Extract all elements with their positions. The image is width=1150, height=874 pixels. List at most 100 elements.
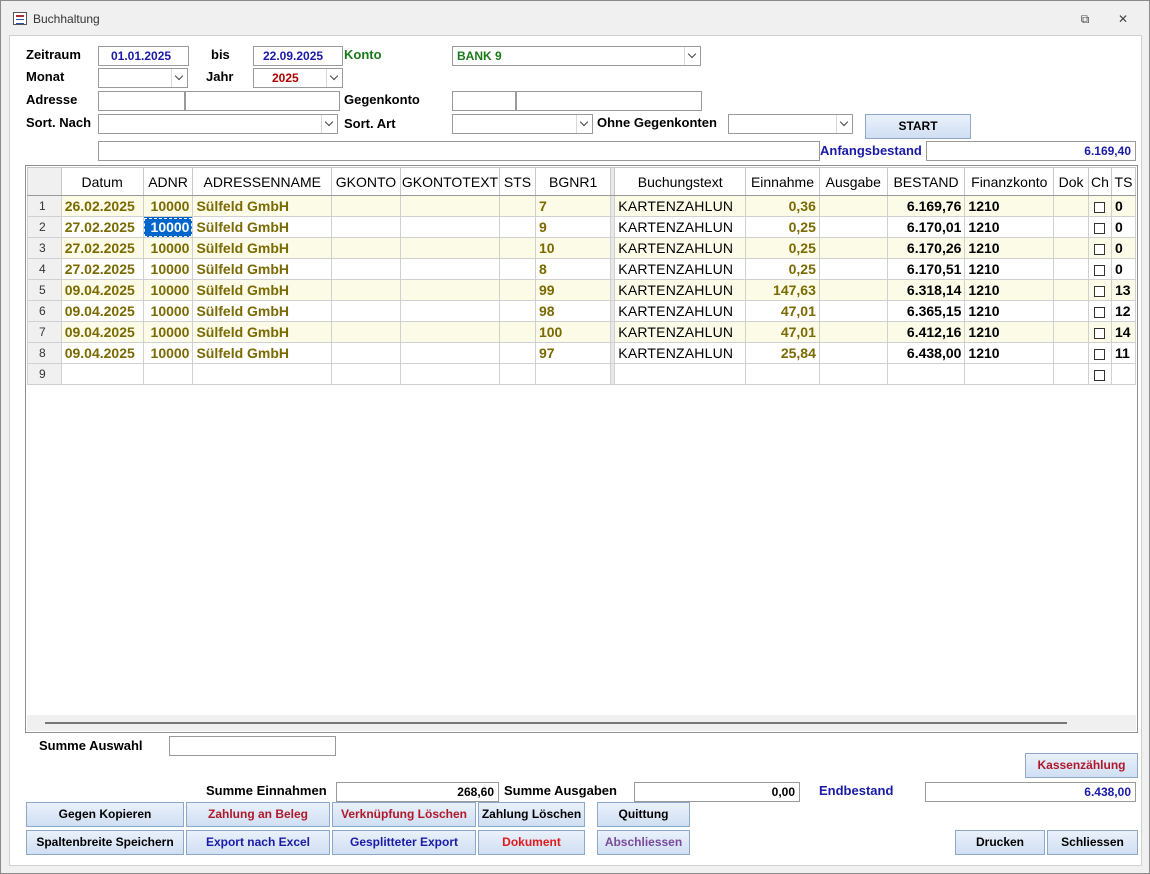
cell-gktext[interactable] [399,237,501,259]
row-selector[interactable]: 3 [27,237,62,259]
cell-adnr[interactable]: 10000 [142,279,194,301]
cell-name[interactable]: Sülfeld GmbH [192,300,333,322]
row-selector[interactable]: 7 [27,321,62,343]
cell-ein[interactable]: 47,01 [745,300,820,322]
empty-cell[interactable] [1110,363,1136,385]
cell-ein[interactable]: 0,25 [745,237,820,259]
jahr-select[interactable]: 2025 [253,68,343,88]
chevron-down-icon[interactable] [684,47,700,65]
column-header[interactable]: STS [499,167,536,196]
cell-adnr[interactable]: 10000 [142,342,194,364]
cell-ein[interactable]: 0,25 [745,258,820,280]
empty-cell[interactable] [886,363,966,385]
cell-aus[interactable] [818,258,888,280]
table-row[interactable]: 5 09.04.2025 10000 Sülfeld GmbH 99 KARTENZAHL… [27,279,1136,301]
cell-bestand[interactable]: 6.170,51 [886,258,966,280]
table-row[interactable]: 6 09.04.2025 10000 Sülfeld GmbH 98 KARTENZAHL… [27,300,1136,322]
horizontal-scrollbar[interactable] [27,715,1136,731]
row-selector[interactable]: 9 [27,363,62,385]
row-checkbox[interactable] [1094,201,1106,213]
cell-text[interactable]: KARTENZAHLUN [614,195,747,217]
check-cell[interactable] [1088,363,1112,385]
cell-bgnr[interactable]: 100 [534,321,612,343]
new-record-row[interactable]: 9 [27,363,1136,385]
cell-fk[interactable]: 1210 [964,258,1055,280]
cell-bestand[interactable]: 6.318,14 [886,279,966,301]
cell-bgnr[interactable]: 98 [534,300,612,322]
cell-aus[interactable] [818,237,888,259]
empty-cell[interactable] [964,363,1055,385]
cell-gktext[interactable] [399,321,501,343]
cell-name[interactable]: Sülfeld GmbH [192,216,333,238]
cell-bgnr[interactable]: 97 [534,342,612,364]
cell-gkonto[interactable] [331,321,401,343]
table-row[interactable]: 4 27.02.2025 10000 Sülfeld GmbH 8 KARTENZAHLU… [27,258,1136,280]
table-row[interactable]: 3 27.02.2025 10000 Sülfeld GmbH 10 KARTENZAHL… [27,237,1136,259]
cell-bgnr[interactable]: 10 [534,237,612,259]
check-cell[interactable] [1088,321,1112,343]
cell-fk[interactable]: 1210 [964,300,1055,322]
row-selector[interactable]: 5 [27,279,62,301]
export-nach-excel-button[interactable]: Export nach Excel [186,830,330,855]
empty-cell[interactable] [192,363,333,385]
cell-dok[interactable] [1053,258,1089,280]
dokument-button[interactable]: Dokument [478,830,585,855]
cell-ein[interactable]: 47,01 [745,321,820,343]
close-icon[interactable]: ✕ [1113,10,1133,28]
cell-datum[interactable]: 26.02.2025 [60,195,144,217]
empty-cell[interactable] [331,363,401,385]
cell-fk[interactable]: 1210 [964,195,1055,217]
cell-dok[interactable] [1053,321,1089,343]
cell-gkonto[interactable] [331,342,401,364]
cell-dok[interactable] [1053,300,1089,322]
cell-gkonto[interactable] [331,279,401,301]
gegenkonto-nr-field[interactable] [452,91,516,111]
cell-adnr[interactable]: 10000 [142,300,194,322]
cell-gktext[interactable] [399,216,501,238]
sort-nach-select[interactable] [98,114,338,134]
table-row[interactable]: 8 09.04.2025 10000 Sülfeld GmbH 97 KARTENZAHL… [27,342,1136,364]
row-checkbox[interactable] [1094,243,1106,255]
cell-datum[interactable]: 27.02.2025 [60,237,144,259]
abschliessen-button[interactable]: Abschliessen [597,830,690,855]
check-cell[interactable] [1088,342,1112,364]
row-selector-header[interactable] [27,167,62,196]
cell-gkonto[interactable] [331,237,401,259]
sort-art-select[interactable] [452,114,593,134]
gesplitteter-export-button[interactable]: Gesplitteter Export [332,830,476,855]
row-checkbox[interactable] [1094,369,1106,381]
row-checkbox[interactable] [1094,327,1106,339]
empty-cell[interactable] [745,363,820,385]
cell-fk[interactable]: 1210 [964,279,1055,301]
cell-text[interactable]: KARTENZAHLUN [614,342,747,364]
spaltenbreite-speichern-button[interactable]: Spaltenbreite Speichern [26,830,184,855]
row-selector[interactable]: 8 [27,342,62,364]
cell-gkonto[interactable] [331,258,401,280]
cell-sts[interactable] [499,300,536,322]
cell-text[interactable]: KARTENZAHLUN [614,258,747,280]
konto-select[interactable]: BANK 9 [452,46,701,66]
zahlung-loeschen-button[interactable]: Zahlung Löschen [478,802,585,827]
chevron-down-icon[interactable] [171,69,187,87]
quittung-button[interactable]: Quittung [597,802,690,827]
gegen-kopieren-button[interactable]: Gegen Kopieren [26,802,184,827]
cell-bgnr[interactable]: 7 [534,195,612,217]
column-header[interactable]: Finanzkonto [964,167,1055,196]
empty-cell[interactable] [534,363,612,385]
cell-datum[interactable]: 09.04.2025 [60,300,144,322]
cell-datum[interactable]: 27.02.2025 [60,258,144,280]
row-checkbox[interactable] [1094,285,1106,297]
empty-cell[interactable] [1053,363,1089,385]
row-checkbox[interactable] [1094,306,1106,318]
column-header[interactable]: GKONTOTEXT [399,167,501,196]
cell-bestand[interactable]: 6.170,01 [886,216,966,238]
row-selector[interactable]: 2 [27,216,62,238]
cell-ts[interactable]: 0 [1110,237,1136,259]
cell-adnr[interactable]: 10000 [142,216,194,238]
column-header[interactable]: Einnahme [745,167,820,196]
cell-fk[interactable]: 1210 [964,237,1055,259]
empty-cell[interactable] [399,363,501,385]
search-text-field[interactable] [98,141,820,161]
start-button[interactable]: START [865,114,971,139]
check-cell[interactable] [1088,216,1112,238]
